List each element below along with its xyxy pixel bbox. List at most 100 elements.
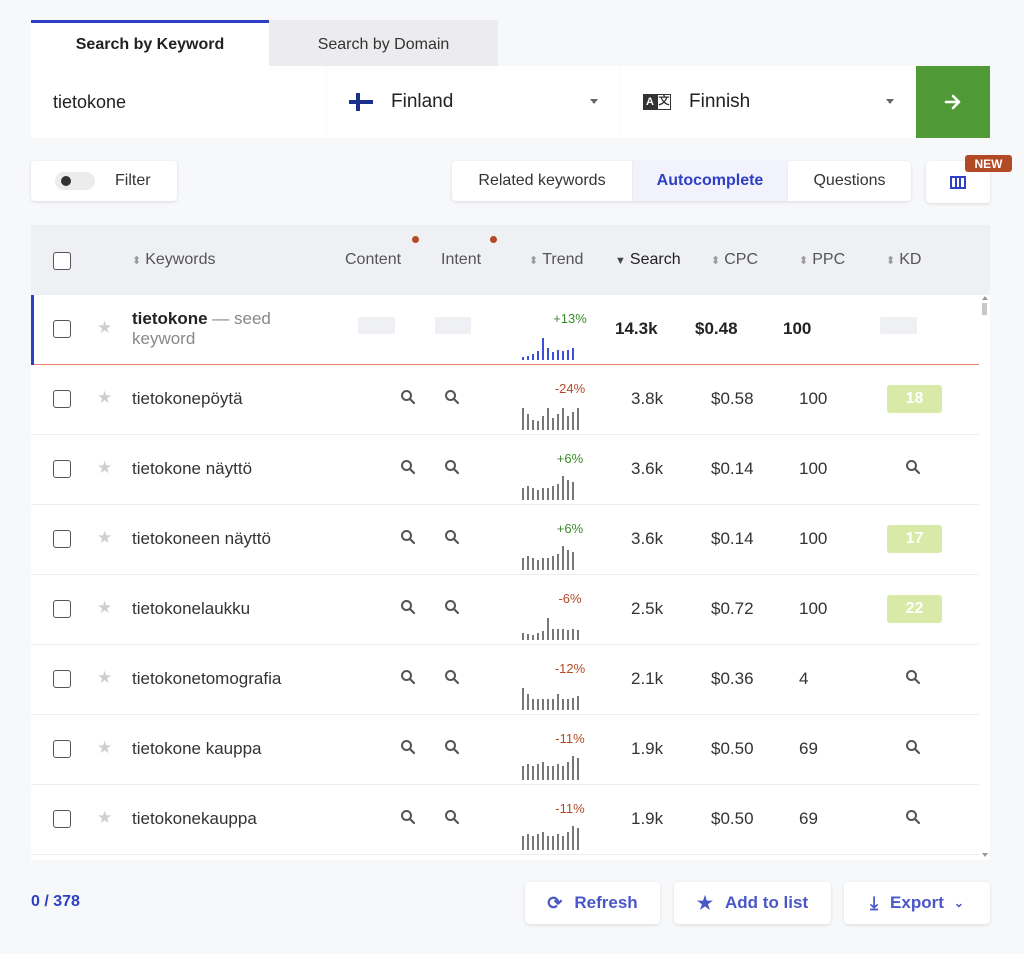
row-checkbox[interactable] xyxy=(53,600,71,618)
column-intent[interactable]: Intent xyxy=(441,251,481,269)
filter-toggle-button[interactable]: Filter xyxy=(31,161,177,201)
search-icon[interactable] xyxy=(400,669,416,690)
toggle-icon[interactable] xyxy=(55,172,95,190)
star-icon[interactable]: ★ xyxy=(97,388,112,408)
content-indicator-dot xyxy=(412,236,419,243)
tab-autocomplete[interactable]: Autocomplete xyxy=(633,161,788,201)
search-icon[interactable] xyxy=(444,459,460,480)
seed-keyword: tietokone — seed keyword xyxy=(132,309,271,348)
country-select[interactable]: Finland xyxy=(327,66,620,138)
table-row[interactable]: ★ tietokone näyttö +6% 3.6k $0.14 100 xyxy=(31,435,979,505)
search-icon[interactable] xyxy=(400,529,416,550)
export-button[interactable]: ⤓ Export ⌄ xyxy=(844,882,990,924)
search-volume: 2.5k xyxy=(631,599,664,618)
cpc-value: $0.50 xyxy=(711,739,754,758)
keyword-text[interactable]: tietokoneen näyttö xyxy=(132,529,271,549)
cpc-value: $0.14 xyxy=(711,459,754,478)
sort-icon: ⬍ xyxy=(132,255,142,267)
search-submit-button[interactable] xyxy=(916,66,990,138)
search-icon[interactable] xyxy=(400,459,416,480)
search-icon[interactable] xyxy=(444,809,460,830)
table-row[interactable]: ★ tietokoneen näyttö +6% 3.6k $0.14 100 17 xyxy=(31,505,979,575)
table-row[interactable]: ★ tietokonepöytä -24% 3.8k $0.58 100 18 xyxy=(31,365,979,435)
star-icon[interactable]: ★ xyxy=(97,808,112,828)
tab-related-keywords[interactable]: Related keywords xyxy=(452,161,633,201)
search-icon[interactable] xyxy=(444,529,460,550)
star-icon[interactable]: ★ xyxy=(97,318,112,338)
table-row[interactable]: ★ tietokone kauppa -11% 1.9k $0.50 69 xyxy=(31,715,979,785)
chevron-down-icon xyxy=(590,99,598,104)
keyword-text[interactable]: tietokonepöytä xyxy=(132,389,243,409)
row-checkbox[interactable] xyxy=(53,390,71,408)
add-to-list-button[interactable]: ★ Add to list xyxy=(674,882,831,924)
search-icon[interactable] xyxy=(400,599,416,620)
keyword-text[interactable]: tietokonelaukku xyxy=(132,599,250,619)
search-icon[interactable] xyxy=(400,739,416,760)
columns-icon xyxy=(950,175,966,189)
cpc-value: $0.72 xyxy=(711,599,754,618)
search-icon[interactable] xyxy=(400,809,416,830)
keyword-text[interactable]: tietokone kauppa xyxy=(132,739,262,759)
trend-sparkline xyxy=(522,756,579,780)
search-icon[interactable] xyxy=(905,739,921,760)
star-icon[interactable]: ★ xyxy=(97,738,112,758)
language-select[interactable]: A文 Finnish xyxy=(621,66,916,138)
tab-search-by-keyword[interactable]: Search by Keyword xyxy=(31,20,269,66)
search-icon[interactable] xyxy=(905,459,921,480)
trend-percent: -12% xyxy=(554,661,586,676)
seed-keyword-row[interactable]: ★ tietokone — seed keyword +13% 14.3k $0… xyxy=(31,295,979,365)
star-icon[interactable]: ★ xyxy=(97,458,112,478)
search-icon[interactable] xyxy=(400,389,416,410)
column-keywords[interactable]: ⬍ Keywords xyxy=(132,251,215,269)
refresh-button[interactable]: ⟳ Refresh xyxy=(525,882,660,924)
keyword-input[interactable]: tietokone xyxy=(31,66,326,138)
search-icon[interactable] xyxy=(905,669,921,690)
tab-questions[interactable]: Questions xyxy=(788,161,911,201)
column-content[interactable]: Content xyxy=(345,251,401,269)
search-icon[interactable] xyxy=(444,389,460,410)
refresh-icon: ⟳ xyxy=(547,892,563,913)
search-bar: tietokone Finland A文 Finnish xyxy=(31,66,990,138)
search-icon[interactable] xyxy=(444,669,460,690)
scrollbar-thumb[interactable] xyxy=(982,303,987,315)
search-volume: 14.3k xyxy=(615,319,658,338)
trend-percent: -6% xyxy=(558,591,582,606)
table-scrollbar[interactable] xyxy=(979,295,990,860)
star-icon[interactable]: ★ xyxy=(97,668,112,688)
ppc-value: 69 xyxy=(799,739,818,758)
tab-search-by-domain[interactable]: Search by Domain xyxy=(269,20,498,66)
row-checkbox[interactable] xyxy=(53,460,71,478)
kd-badge: 18 xyxy=(887,385,942,413)
search-icon[interactable] xyxy=(444,599,460,620)
table-row[interactable]: ★ tietokonelaukku -6% 2.5k $0.72 100 22 xyxy=(31,575,979,645)
keyword-text[interactable]: tietokonekauppa xyxy=(132,809,257,829)
keyword-text[interactable]: tietokonetomografia xyxy=(132,669,281,689)
row-checkbox[interactable] xyxy=(53,530,71,548)
arrow-right-icon xyxy=(944,94,961,110)
search-icon[interactable] xyxy=(444,739,460,760)
select-all-checkbox[interactable] xyxy=(53,252,71,270)
column-ppc[interactable]: ⬍ PPC xyxy=(799,251,845,269)
language-value: Finnish xyxy=(689,91,751,112)
scroll-up-icon[interactable] xyxy=(982,296,988,300)
star-icon[interactable]: ★ xyxy=(97,528,112,548)
ppc-value: 4 xyxy=(799,669,809,688)
keywords-table: ⬍ Keywords Content Intent ⬍ Trend ▼ Search … xyxy=(31,225,990,860)
trend-percent: +6% xyxy=(556,451,584,466)
column-cpc[interactable]: ⬍ CPC xyxy=(711,251,758,269)
row-checkbox[interactable] xyxy=(53,740,71,758)
keyword-text[interactable]: tietokone näyttö xyxy=(132,459,252,479)
column-kd[interactable]: ⬍ KD xyxy=(886,251,921,269)
table-row[interactable]: ★ tietokonetomografia -12% 2.1k $0.36 4 xyxy=(31,645,979,715)
column-search[interactable]: ▼ Search xyxy=(615,251,681,269)
row-checkbox[interactable] xyxy=(53,670,71,688)
row-checkbox[interactable] xyxy=(53,320,71,338)
column-trend[interactable]: ⬍ Trend xyxy=(529,251,583,269)
star-icon[interactable]: ★ xyxy=(97,598,112,618)
search-icon[interactable] xyxy=(905,809,921,830)
row-checkbox[interactable] xyxy=(53,810,71,828)
search-volume: 1.9k xyxy=(631,809,664,828)
cpc-value: $0.48 xyxy=(695,319,738,338)
scroll-down-icon[interactable] xyxy=(982,853,988,857)
table-row[interactable]: ★ tietokonekauppa -11% 1.9k $0.50 69 xyxy=(31,785,979,855)
